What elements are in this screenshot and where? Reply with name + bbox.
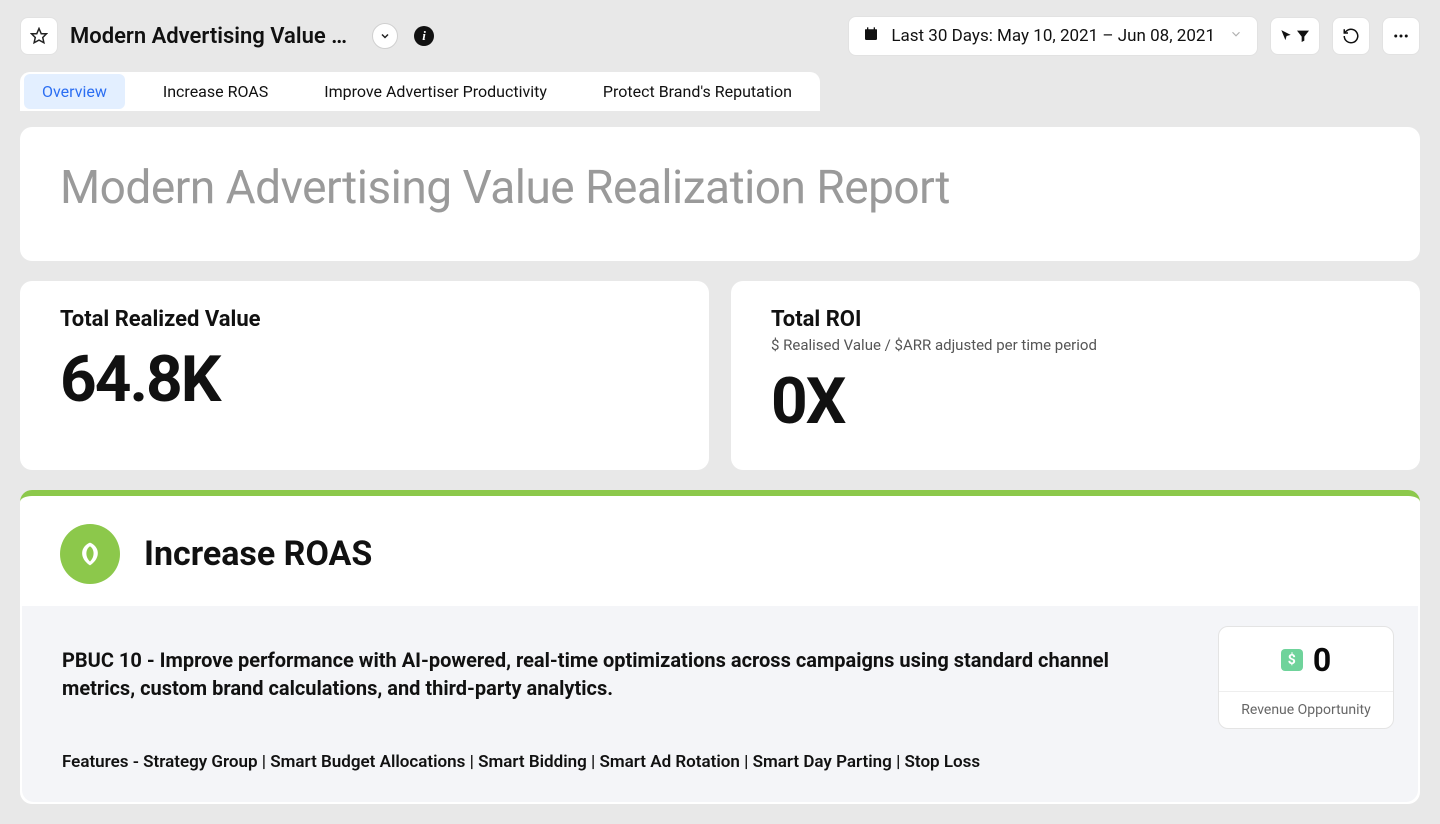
more-icon <box>1392 27 1410 45</box>
refresh-icon <box>1342 27 1360 45</box>
report-title: Modern Advertising Value Realization Rep… <box>60 161 1380 215</box>
roas-features: Features - Strategy Group | Smart Budget… <box>62 752 1378 772</box>
title-expand-button[interactable] <box>372 23 398 49</box>
roas-heading: Increase ROAS <box>144 534 372 574</box>
chevron-down-icon <box>1229 26 1243 46</box>
tab-overview[interactable]: Overview <box>24 74 125 109</box>
cursor-icon <box>1279 29 1293 43</box>
revenue-opportunity-value: 0 <box>1313 641 1331 679</box>
date-range-picker[interactable]: Last 30 Days: May 10, 2021 – Jun 08, 202… <box>848 16 1258 56</box>
metric-total-realized-value: Total Realized Value 64.8K <box>20 281 709 470</box>
roas-badge <box>60 524 120 584</box>
leaf-icon <box>71 535 109 573</box>
dollar-icon: $ <box>1281 649 1303 671</box>
metric-label: Total Realized Value <box>60 307 669 332</box>
chevron-down-icon <box>379 30 391 42</box>
roas-description: PBUC 10 - Improve performance with AI-po… <box>62 646 1172 702</box>
metric-value: 0X <box>771 370 1380 434</box>
metric-value: 64.8K <box>60 348 669 412</box>
page-title: Modern Advertising Value Realizati... <box>70 24 360 49</box>
tab-protect-brand[interactable]: Protect Brand's Reputation <box>575 72 820 111</box>
calendar-icon <box>863 26 879 46</box>
more-button[interactable] <box>1382 17 1420 55</box>
filter-icon <box>1295 28 1311 44</box>
date-range-label: Last 30 Days: May 10, 2021 – Jun 08, 202… <box>891 26 1215 46</box>
info-icon: i <box>422 28 426 44</box>
filter-button[interactable] <box>1270 17 1320 55</box>
tab-increase-roas[interactable]: Increase ROAS <box>135 72 296 111</box>
metric-label: Total ROI <box>771 307 1380 332</box>
revenue-opportunity-card: $ 0 Revenue Opportunity <box>1218 626 1394 729</box>
refresh-button[interactable] <box>1332 17 1370 55</box>
increase-roas-panel: Increase ROAS PBUC 10 - Improve performa… <box>20 490 1420 804</box>
metric-total-roi: Total ROI $ Realised Value / $ARR adjust… <box>731 281 1420 470</box>
revenue-opportunity-label: Revenue Opportunity <box>1219 691 1393 728</box>
hero-panel: Modern Advertising Value Realization Rep… <box>20 127 1420 261</box>
metric-sublabel: $ Realised Value / $ARR adjusted per tim… <box>771 336 1380 354</box>
tabs: Overview Increase ROAS Improve Advertise… <box>0 64 1440 111</box>
info-button[interactable]: i <box>414 26 434 46</box>
star-icon <box>30 27 48 45</box>
favorite-button[interactable] <box>20 17 58 55</box>
tab-improve-productivity[interactable]: Improve Advertiser Productivity <box>296 72 575 111</box>
